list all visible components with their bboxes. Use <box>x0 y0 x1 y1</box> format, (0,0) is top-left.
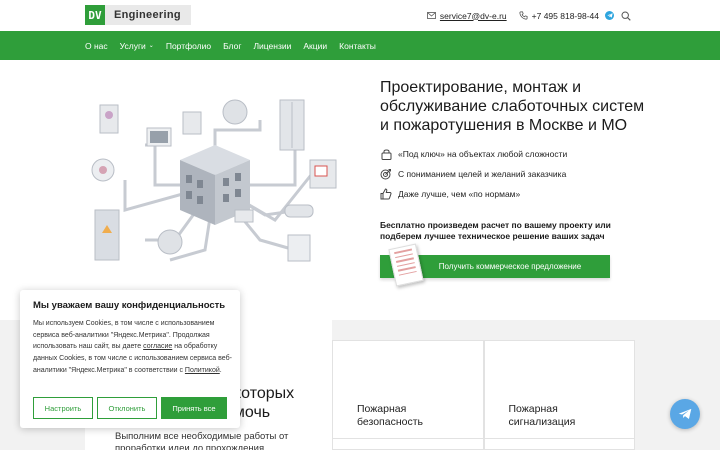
card-label: Пожарная сигнализация <box>508 403 576 428</box>
nav-item-about[interactable]: О нас <box>85 41 108 51</box>
feature-list: «Под ключ» на объектах любой сложности С… <box>380 144 567 204</box>
search-icon[interactable] <box>621 10 631 21</box>
document-icon <box>388 243 424 287</box>
header-contacts: service7@dv-e.ru +7 495 818-98-44 <box>427 9 635 22</box>
chevron-down-icon: ⌄ <box>148 43 154 49</box>
service-card-fire-alarm[interactable]: Пожарная сигнализация <box>483 340 635 450</box>
feature-text: С пониманием целей и желаний заказчика <box>398 169 567 179</box>
nav-item-portfolio[interactable]: Портфолио <box>166 41 211 51</box>
feature-item: Даже лучше, чем «по нормам» <box>380 184 567 204</box>
nav-item-promotions[interactable]: Акции <box>303 41 327 51</box>
phone-link[interactable]: +7 495 818-98-44 <box>532 11 599 21</box>
policy-link[interactable]: Политикой <box>185 367 220 374</box>
target-icon <box>380 168 392 180</box>
service-cards: Пожарная безопасность Пожарная сигнализа… <box>332 340 635 450</box>
card-label: Пожарная безопасность <box>357 403 423 428</box>
cookie-buttons: Настроить Отклонить Принять все <box>33 397 231 419</box>
feature-item: С пониманием целей и желаний заказчика <box>380 164 567 184</box>
logo-text: Engineering <box>105 5 191 25</box>
feature-item: «Под ключ» на объектах любой сложности <box>380 144 567 164</box>
telegram-icon <box>678 408 692 420</box>
nav-item-services[interactable]: Услуги ⌄ <box>120 41 154 51</box>
hero-title: Проектирование, монтаж и обслуживание сл… <box>380 79 645 134</box>
services-subtext: Выполним все необходимые работы от прора… <box>115 431 289 450</box>
logo-badge: DV <box>85 5 105 25</box>
telegram-icon[interactable] <box>605 11 614 20</box>
feature-text: Даже лучше, чем «по нормам» <box>398 189 521 199</box>
thumb-up-icon <box>380 188 392 200</box>
service-card-fire-safety[interactable]: Пожарная безопасность <box>332 340 484 450</box>
telegram-chat-button[interactable] <box>670 399 700 429</box>
lock-icon <box>380 148 392 160</box>
cookie-consent-dialog: Мы уважаем вашу конфиденциальность Мы ис… <box>20 290 240 428</box>
top-bar: DV Engineering service7@dv-e.ru +7 495 8… <box>0 0 720 31</box>
cookie-settings-button[interactable]: Настроить <box>33 397 93 419</box>
phone-icon <box>519 11 528 20</box>
feature-text: «Под ключ» на объектах любой сложности <box>398 149 568 159</box>
offer-text: Бесплатно произведем расчет по вашему пр… <box>380 220 611 241</box>
cookie-text: Мы используем Cookies, в том числе с исп… <box>33 320 232 374</box>
email-link[interactable]: service7@dv-e.ru <box>440 11 507 21</box>
mail-icon <box>427 12 436 19</box>
nav-item-licenses[interactable]: Лицензии <box>253 41 291 51</box>
nav-item-contacts[interactable]: Контакты <box>339 41 376 51</box>
cta-label: Получить коммерческое предложение <box>438 262 582 271</box>
consent-link[interactable]: согласие <box>143 343 172 350</box>
main-nav: О нас Услуги ⌄ Портфолио Блог Лицензии Ак… <box>0 31 720 60</box>
cookie-title: Мы уважаем вашу конфиденциальность <box>33 300 226 311</box>
nav-item-blog[interactable]: Блог <box>223 41 241 51</box>
cookie-decline-button[interactable]: Отклонить <box>97 397 157 419</box>
logo[interactable]: DV Engineering <box>85 5 191 25</box>
systems-illustration <box>91 99 337 262</box>
cookie-accept-all-button[interactable]: Принять все <box>161 397 227 419</box>
